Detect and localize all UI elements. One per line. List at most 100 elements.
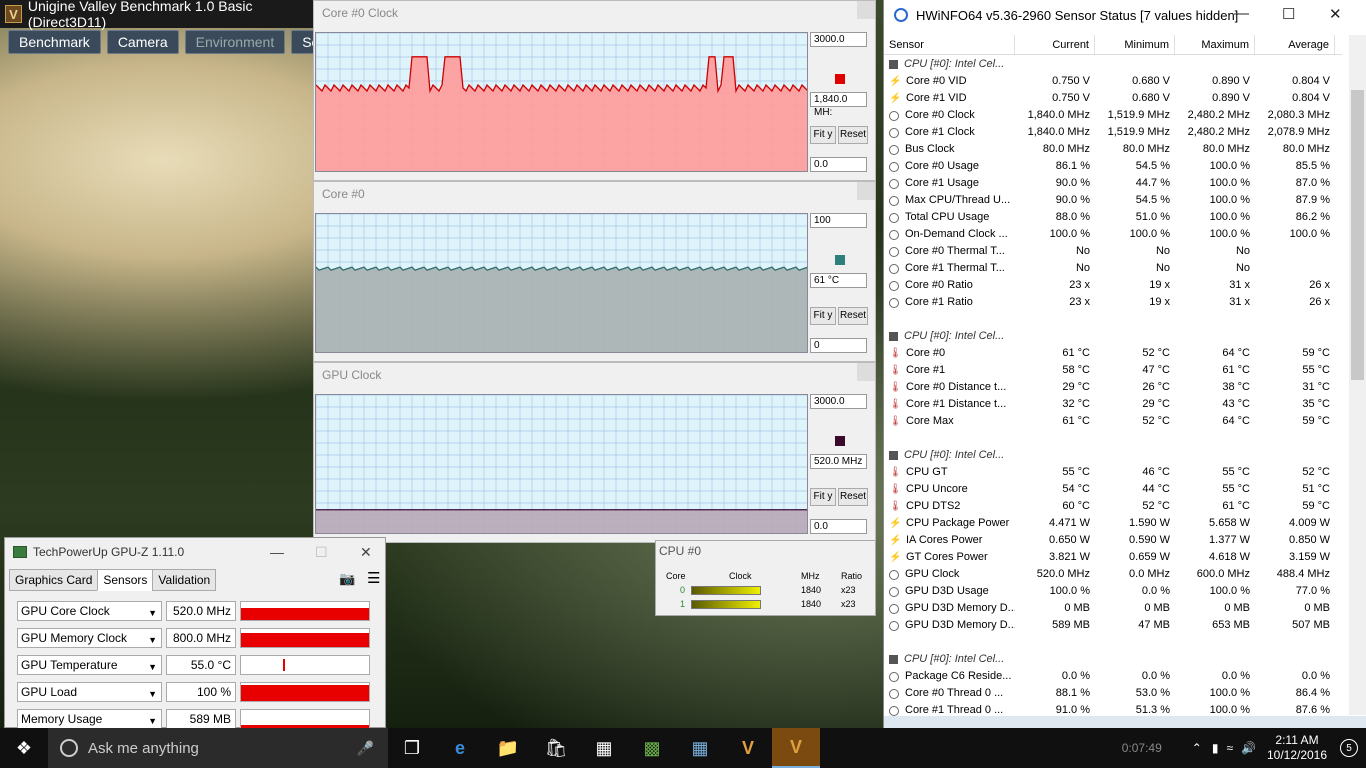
clock[interactable]: 2:11 AM 10/12/2016 (1262, 733, 1332, 763)
dropdown-arrow-icon[interactable]: ▼ (148, 631, 157, 649)
show-hidden-icon[interactable]: ⌃ (1192, 741, 1202, 755)
sensor-group[interactable]: CPU [#0]: Intel Cel... (884, 651, 1342, 668)
close-icon[interactable] (857, 182, 875, 200)
series-color-swatch[interactable] (835, 74, 845, 84)
tab-graphics-card[interactable]: Graphics Card (9, 569, 99, 591)
sensor-row[interactable]: ⚡ GT Cores Power 3.821 W 0.659 W 4.618 W … (884, 549, 1342, 566)
sensor-row[interactable]: 🌡 Core #0 Distance t... 29 °C 26 °C 38 °C… (884, 379, 1342, 396)
sensor-row[interactable]: Core #0 Usage 86.1 % 54.5 % 100.0 % 85.5… (884, 158, 1342, 175)
sensor-row[interactable]: ⚡ IA Cores Power 0.650 W 0.590 W 1.377 W … (884, 532, 1342, 549)
windows-start-icon[interactable]: ❖ (0, 728, 48, 768)
sensor-name-dropdown[interactable]: GPU Memory Clock ▼ (17, 628, 162, 648)
series-color-swatch[interactable] (835, 255, 845, 265)
sensor-row[interactable]: 🌡 Core #1 58 °C 47 °C 61 °C 55 °C (884, 362, 1342, 379)
minimize-icon[interactable]: — (1234, 5, 1249, 22)
sensor-row[interactable]: ⚡ Core #0 VID 0.750 V 0.680 V 0.890 V 0.8… (884, 73, 1342, 90)
close-icon[interactable] (857, 1, 875, 19)
sensor-group[interactable]: CPU [#0]: Intel Cel... (884, 328, 1342, 345)
sensor-row[interactable]: Core #0 Thread 0 ... 88.1 % 53.0 % 100.0… (884, 685, 1342, 702)
col-current[interactable]: Current (1015, 35, 1095, 54)
sensor-row[interactable]: Core #0 Ratio 23 x 19 x 31 x 26 x (884, 277, 1342, 294)
search-box[interactable]: Ask me anything 🎤 (48, 728, 388, 768)
sensor-row[interactable]: ⚡ Core #1 VID 0.750 V 0.680 V 0.890 V 0.8… (884, 90, 1342, 107)
sensor-row[interactable]: Core #0 Clock 1,840.0 MHz 1,519.9 MHz 2,… (884, 107, 1342, 124)
sensor-name-dropdown[interactable]: GPU Core Clock ▼ (17, 601, 162, 621)
sensor-row[interactable]: Bus Clock 80.0 MHz 80.0 MHz 80.0 MHz 80.… (884, 141, 1342, 158)
store-icon[interactable]: 🛍 (532, 728, 580, 768)
sensor-row[interactable]: 🌡 Core Max 61 °C 52 °C 64 °C 59 °C (884, 413, 1342, 430)
valley-taskbar-icon-active[interactable]: V (772, 728, 820, 768)
camera-icon[interactable]: 📷 (339, 571, 355, 587)
col-minimum[interactable]: Minimum (1095, 35, 1175, 54)
maximize-icon[interactable]: ☐ (315, 544, 328, 561)
sensor-row[interactable]: Core #0 Thermal T... No No No (884, 243, 1342, 260)
app-icon[interactable]: ▦ (580, 728, 628, 768)
microphone-icon[interactable]: 🎤 (357, 740, 374, 757)
sensor-row[interactable]: Core #1 Ratio 23 x 19 x 31 x 26 x (884, 294, 1342, 311)
battery-icon[interactable]: ▮ (1212, 741, 1219, 755)
sensor-row[interactable]: 🌡 CPU GT 55 °C 46 °C 55 °C 52 °C (884, 464, 1342, 481)
dropdown-arrow-icon[interactable]: ▼ (148, 658, 157, 676)
task-view-icon[interactable]: ❐ (388, 728, 436, 768)
notification-icon[interactable]: 5 (1340, 739, 1358, 757)
close-icon[interactable]: ✕ (360, 544, 372, 561)
sensor-group[interactable]: CPU [#0]: Intel Cel... (884, 447, 1342, 464)
col-sensor[interactable]: Sensor (884, 35, 1015, 54)
tab-sensors[interactable]: Sensors (97, 569, 154, 591)
graph-min[interactable]: 0.0 (810, 519, 867, 534)
menu-benchmark[interactable]: Benchmark (8, 30, 101, 54)
file-explorer-icon[interactable]: 📁 (484, 728, 532, 768)
reset-button[interactable]: Reset (838, 126, 868, 144)
fit-y-button[interactable]: Fit y (810, 488, 836, 506)
graph-max[interactable]: 3000.0 (810, 394, 867, 409)
scroll-thumb[interactable] (1351, 90, 1364, 380)
menu-camera[interactable]: Camera (106, 30, 179, 54)
menu-environment[interactable]: Environment (184, 30, 286, 54)
sensor-name-dropdown[interactable]: GPU Temperature ▼ (17, 655, 162, 675)
graph-max[interactable]: 100 (810, 213, 867, 228)
valley-taskbar-icon[interactable]: V (724, 728, 772, 768)
reset-button[interactable]: Reset (838, 488, 868, 506)
scrollbar[interactable] (1349, 35, 1366, 715)
sensor-row[interactable]: Package C6 Reside... 0.0 % 0.0 % 0.0 % 0… (884, 668, 1342, 685)
wifi-icon[interactable]: ≈ (1226, 741, 1233, 755)
sensor-row[interactable]: GPU D3D Usage 100.0 % 0.0 % 100.0 % 77.0… (884, 583, 1342, 600)
close-icon[interactable]: ✕ (1329, 5, 1342, 23)
menu-icon[interactable]: ☰ (367, 569, 380, 587)
sensor-row[interactable]: Core #1 Clock 1,840.0 MHz 1,519.9 MHz 2,… (884, 124, 1342, 141)
gpuz-taskbar-icon[interactable]: ▩ (628, 728, 676, 768)
sensor-row[interactable]: 🌡 Core #0 61 °C 52 °C 64 °C 59 °C (884, 345, 1342, 362)
sensor-row[interactable]: Max CPU/Thread U... 90.0 % 54.5 % 100.0 … (884, 192, 1342, 209)
sensor-group[interactable]: CPU [#0]: Intel Cel... (884, 56, 1342, 73)
sensor-name-dropdown[interactable]: GPU Load ▼ (17, 682, 162, 702)
graph-min[interactable]: 0 (810, 338, 867, 353)
dropdown-arrow-icon[interactable]: ▼ (148, 685, 157, 703)
minimize-icon[interactable]: — (270, 544, 284, 560)
volume-icon[interactable]: 🔊 (1241, 741, 1256, 755)
sensor-row[interactable]: 🌡 Core #1 Distance t... 32 °C 29 °C 43 °C… (884, 396, 1342, 413)
graph-max[interactable]: 3000.0 (810, 32, 867, 47)
sensor-row[interactable]: GPU D3D Memory D... 0 MB 0 MB 0 MB 0 MB (884, 600, 1342, 617)
col-maximum[interactable]: Maximum (1175, 35, 1255, 54)
sensor-row[interactable]: On-Demand Clock ... 100.0 % 100.0 % 100.… (884, 226, 1342, 243)
sensor-row[interactable]: Total CPU Usage 88.0 % 51.0 % 100.0 % 86… (884, 209, 1342, 226)
maximize-icon[interactable]: ☐ (1282, 5, 1295, 23)
tab-validation[interactable]: Validation (152, 569, 217, 591)
graph-min[interactable]: 0.0 (810, 157, 867, 172)
series-color-swatch[interactable] (835, 436, 845, 446)
col-average[interactable]: Average (1255, 35, 1335, 54)
sensor-name-dropdown[interactable]: Memory Usage ▼ (17, 709, 162, 729)
reset-button[interactable]: Reset (838, 307, 868, 325)
sensor-row[interactable]: 🌡 CPU DTS2 60 °C 52 °C 61 °C 59 °C (884, 498, 1342, 515)
hwinfo-taskbar-icon[interactable]: ▦ (676, 728, 724, 768)
sensor-row[interactable]: GPU D3D Memory D... 589 MB 47 MB 653 MB … (884, 617, 1342, 634)
dropdown-arrow-icon[interactable]: ▼ (148, 604, 157, 622)
sensor-row[interactable]: Core #1 Usage 90.0 % 44.7 % 100.0 % 87.0… (884, 175, 1342, 192)
fit-y-button[interactable]: Fit y (810, 126, 836, 144)
sensor-row[interactable]: 🌡 CPU Uncore 54 °C 44 °C 55 °C 51 °C (884, 481, 1342, 498)
sensor-row[interactable]: ⚡ CPU Package Power 4.471 W 1.590 W 5.658… (884, 515, 1342, 532)
edge-browser-icon[interactable]: e (436, 728, 484, 768)
close-icon[interactable] (857, 363, 875, 381)
fit-y-button[interactable]: Fit y (810, 307, 836, 325)
sensor-row[interactable]: Core #1 Thermal T... No No No (884, 260, 1342, 277)
